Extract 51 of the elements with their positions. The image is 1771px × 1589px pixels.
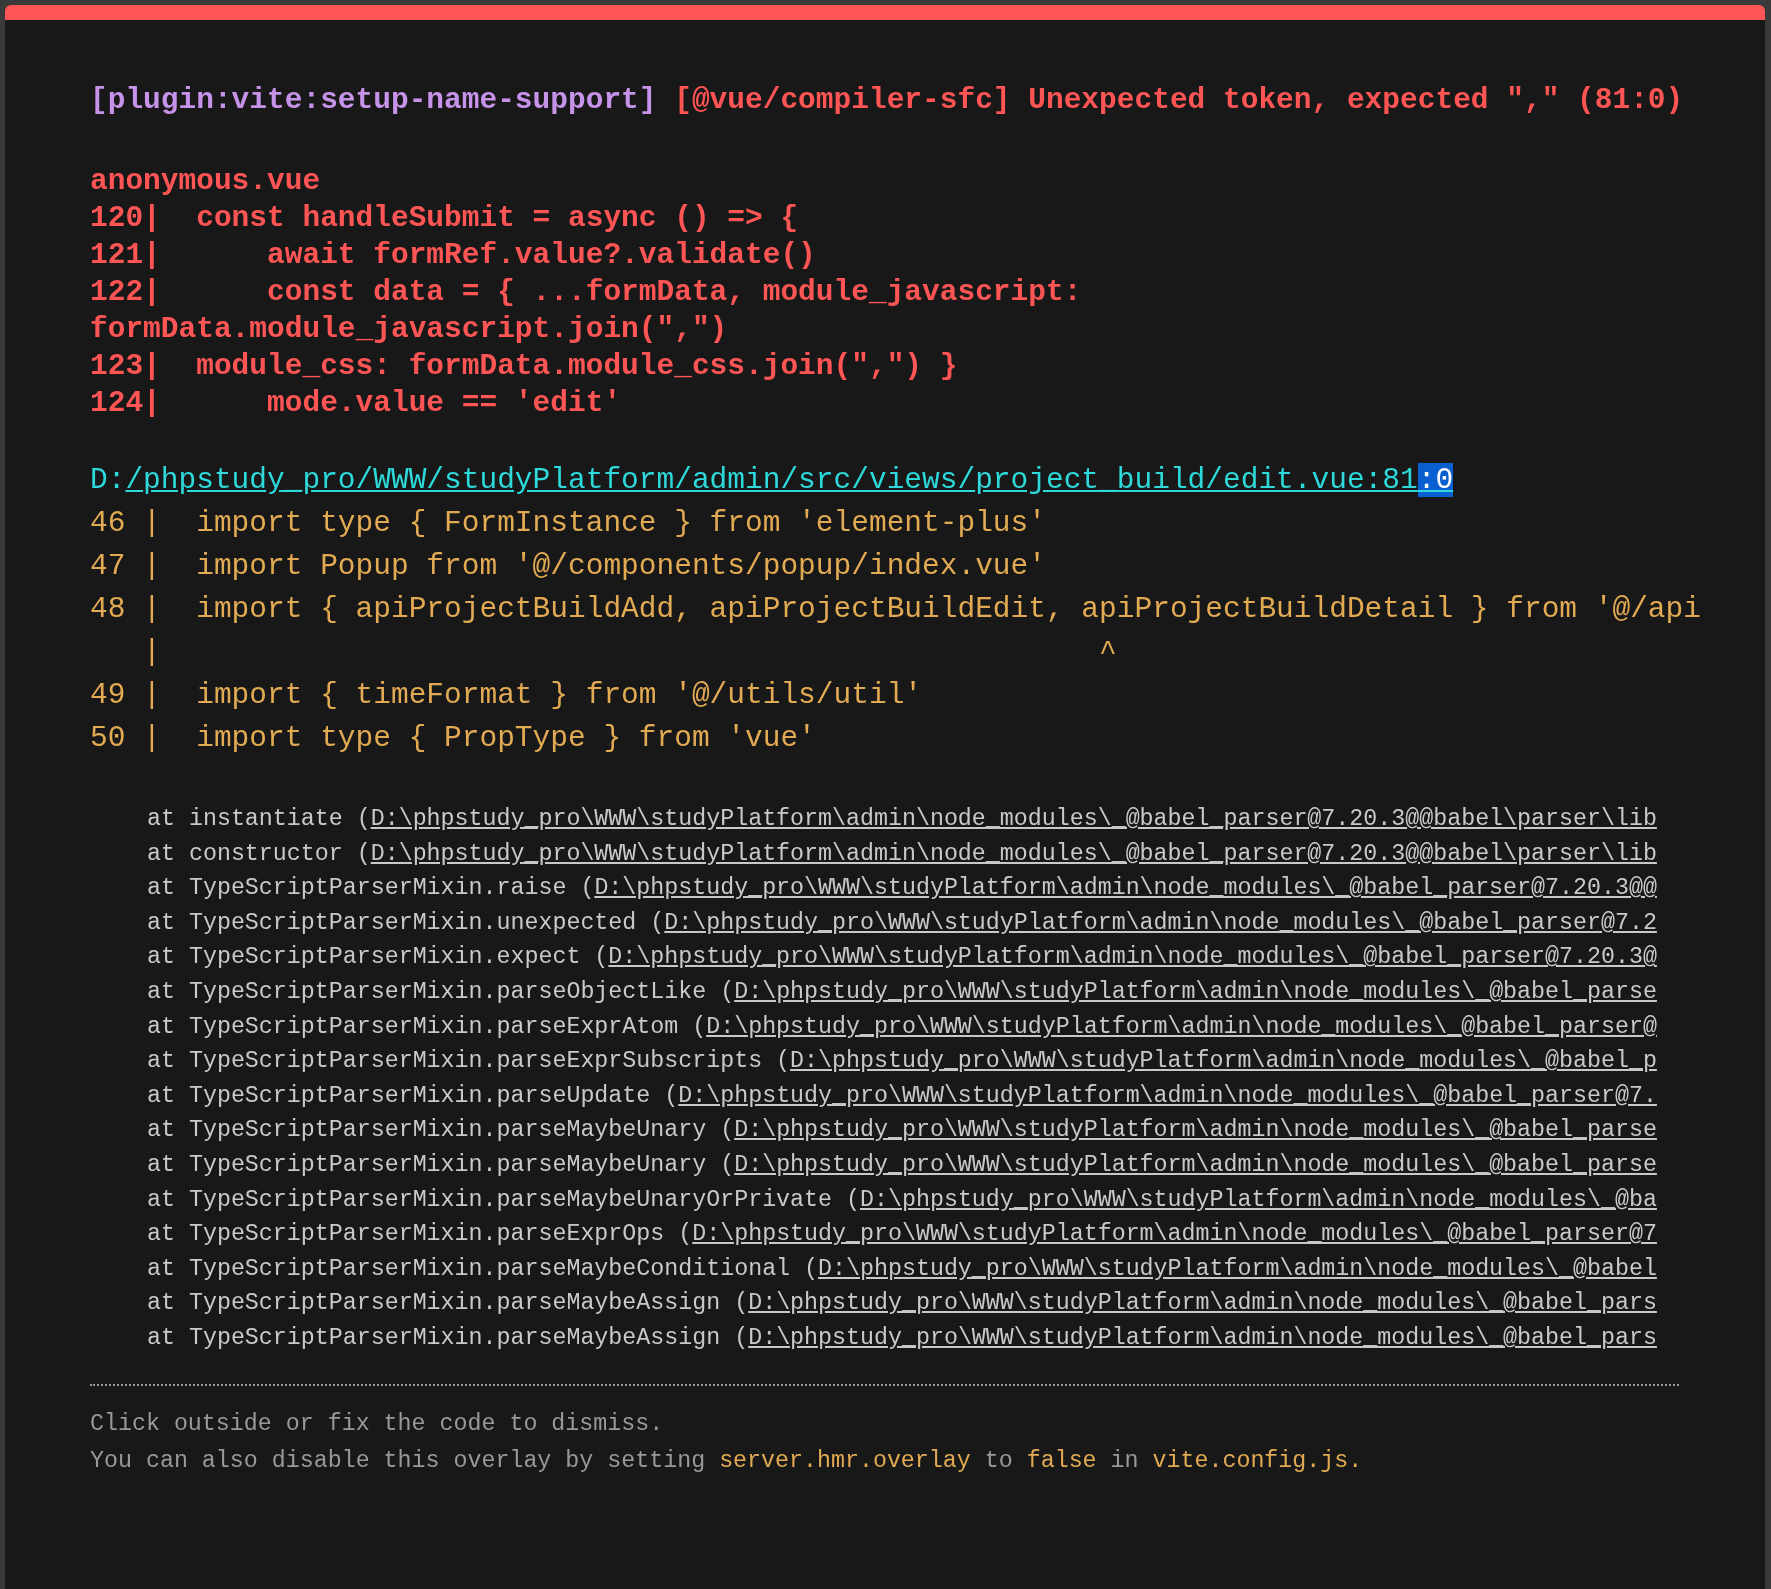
tip-text: You can also disable this overlay by setting server.hmr.overlay to false in vite.config.js. — [90, 1446, 1363, 1476]
stack-call: at TypeScriptParserMixin.parseExprOps ( — [147, 1220, 693, 1250]
stack-path-link[interactable]: D:\phpstudy_pro\WWW\studyPlatform\admin\node_modules\_@babel_parser@7 — [692, 1217, 1657, 1252]
stack-call: at TypeScriptParserMixin.parseMaybeAssign ( — [147, 1323, 749, 1353]
stack-call: at TypeScriptParserMixin.parseExprAtom ( — [147, 1012, 707, 1042]
stack-path-link[interactable]: D:\phpstudy_pro\WWW\studyPlatform\admin\node_modules\_@babel_parse — [734, 974, 1657, 1010]
stack-path-link[interactable]: D:\phpstudy_pro\WWW\studyPlatform\admin\node_modules\_@babel_parse — [734, 1113, 1657, 1148]
stack-path-link[interactable]: D:\phpstudy_pro\WWW\studyPlatform\admin\node_modules\_@babel_parser@7.20.3@ — [608, 940, 1657, 975]
code-line: 46 | import type { FormInstance } from 'element-plus' — [90, 505, 1046, 542]
stack-call: at TypeScriptParserMixin.parseMaybeAssign ( — [147, 1289, 749, 1319]
code-line: | ^ — [142, 634, 1117, 671]
stack-call: at TypeScriptParserMixin.parseUpdate ( — [147, 1081, 679, 1111]
file-name: anonymous.vue — [90, 163, 321, 200]
stack-call: at instantiate ( — [147, 805, 371, 834]
stack-path-link[interactable]: D:\phpstudy_pro\WWW\studyPlatform\admin\node_modules\_@babel_parser@7.20.3@@babel\parser\lib — [370, 836, 1657, 872]
stack-path-link[interactable]: D:\phpstudy_pro\WWW\studyPlatform\admin\node_modules\_@ba — [860, 1182, 1657, 1218]
code-line: 123| module_css: formData.module_css.join(",") } — [90, 348, 958, 385]
stack-call: at TypeScriptParserMixin.raise ( — [147, 874, 595, 904]
stack-path-link[interactable]: D:\phpstudy_pro\WWW\studyPlatform\admin\node_modules\_@babel_parser@7.2 — [664, 905, 1657, 941]
stack-call: at TypeScriptParserMixin.parseExprSubscripts ( — [147, 1047, 791, 1077]
stack-call: at TypeScriptParserMixin.unexpected ( — [147, 908, 665, 938]
code-line: 122| const data = { ...formData, module_javascript: — [90, 274, 1082, 311]
stack-path-link[interactable]: D:\phpstudy_pro\WWW\studyPlatform\admin\node_modules\_@babel_parse — [734, 1147, 1657, 1183]
code-line: 120| const handleSubmit = async () => { — [90, 200, 799, 237]
code-line: 47 | import Popup from '@/components/popup/index.vue' — [90, 548, 1046, 585]
stack-call: at TypeScriptParserMixin.parseMaybeUnary ( — [147, 1150, 735, 1180]
code-line: 49 | import { timeFormat } from '@/utils/util' — [90, 677, 923, 714]
code-line: formData.module_javascript.join(",") — [90, 311, 728, 348]
stack-call: at TypeScriptParserMixin.expect ( — [147, 943, 609, 973]
error-message: [@vue/compiler-sfc] Unexpected token, expected "," (81:0) — [674, 83, 1684, 117]
stack-path-link[interactable]: D:\phpstudy_pro\WWW\studyPlatform\admin\node_modules\_@babel_parser@7.20.3@@babel\parser\lib — [370, 802, 1657, 837]
code-line: 121| await formRef.value?.validate() — [90, 237, 816, 274]
stack-path-link[interactable]: D:\phpstudy_pro\WWW\studyPlatform\admin\node_modules\_@babel — [818, 1251, 1657, 1287]
stack-path-link[interactable]: D:\phpstudy_pro\WWW\studyPlatform\admin\node_modules\_@babel_pars — [748, 1320, 1657, 1356]
file-path-link[interactable]: /phpstudy_pro/WWW/studyPlatform/admin/src/views/project_build/edit.vue:81:0 — [125, 460, 1454, 500]
plugin-name: [plugin:vite:setup-name-support] — [90, 83, 657, 117]
code-line: 50 | import type { PropType } from 'vue' — [90, 720, 816, 757]
stack-path-link[interactable]: D:\phpstudy_pro\WWW\studyPlatform\admin\node_modules\_@babel_p — [790, 1044, 1657, 1079]
stack-call: at constructor ( — [147, 839, 371, 869]
stack-path-link[interactable]: D:\phpstudy_pro\WWW\studyPlatform\admin\node_modules\_@babel_pars — [748, 1286, 1657, 1321]
code-line: 48 | import { apiProjectBuildAdd, apiProjectBuildEdit, apiProjectBuildDetail } from '@/api — [90, 591, 1701, 628]
stack-call: at TypeScriptParserMixin.parseMaybeUnaryOrPrivate ( — [147, 1185, 860, 1215]
drive-label: D: — [90, 462, 126, 499]
tip-text: Click outside or fix the code to dismiss. — [90, 1409, 664, 1439]
stack-path-link[interactable]: D:\phpstudy_pro\WWW\studyPlatform\admin\node_modules\_@babel_parser@7. — [678, 1078, 1657, 1114]
stack-call: at TypeScriptParserMixin.parseObjectLike ( — [147, 977, 735, 1007]
stack-call: at TypeScriptParserMixin.parseMaybeConditional ( — [147, 1254, 819, 1284]
stack-path-link[interactable]: D:\phpstudy_pro\WWW\studyPlatform\admin\node_modules\_@babel_parser@ — [706, 1009, 1657, 1045]
code-line: 124| mode.value == 'edit' — [90, 385, 622, 422]
stack-path-link[interactable]: D:\phpstudy_pro\WWW\studyPlatform\admin\node_modules\_@babel_parser@7.20.3@@ — [594, 871, 1657, 906]
stack-call: at TypeScriptParserMixin.parseMaybeUnary ( — [147, 1116, 735, 1146]
